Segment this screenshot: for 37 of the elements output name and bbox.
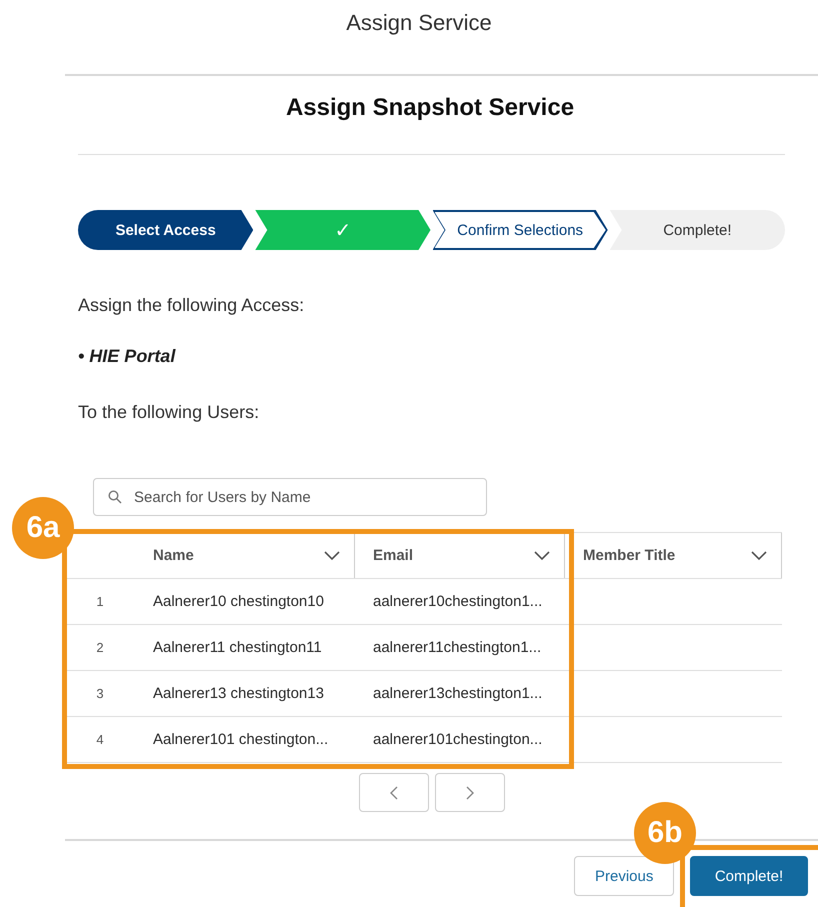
column-header[interactable]: Name (135, 533, 355, 578)
previous-button[interactable]: Previous (574, 856, 674, 896)
dialog-heading: Assign Snapshot Service (284, 94, 576, 123)
search-icon (108, 490, 122, 504)
complete-button[interactable]: Complete! (690, 856, 808, 896)
table-cell: Aalnerer10 chestington10 (153, 593, 324, 610)
table-cell: aalnerer10chestington1... (373, 593, 542, 610)
column-title: Name (153, 547, 194, 564)
instruction-text: To the following Users: (78, 402, 260, 423)
row-number: 4 (96, 732, 104, 747)
window-title: Assign Service (345, 9, 493, 37)
access-item: • HIE Portal (78, 346, 177, 367)
callout-badge: 6b (634, 802, 696, 864)
table-cell: aalnerer13chestington1... (373, 685, 542, 702)
search-field[interactable]: Search for Users by Name (93, 478, 487, 516)
row-number: 2 (96, 640, 104, 655)
table-cell: Aalnerer13 chestington13 (153, 685, 324, 702)
table-cell: Aalnerer11 chestington11 (153, 639, 322, 656)
row-number: 1 (96, 594, 104, 609)
instruction-text: Assign the following Access: (78, 295, 306, 316)
table-cell: Aalnerer101 chestington... (153, 731, 328, 748)
column-title: Member Title (583, 547, 676, 564)
column-header[interactable]: Member Title (565, 533, 782, 578)
row-number: 3 (96, 686, 104, 701)
path-step[interactable]: Complete! (610, 210, 785, 250)
table-cell: aalnerer101chestington... (373, 731, 542, 748)
chevron-right-icon (466, 786, 474, 800)
table-cell: aalnerer11chestington1... (373, 639, 542, 656)
chevron-down-icon[interactable] (324, 550, 340, 560)
chevron-down-icon[interactable] (751, 550, 767, 560)
callout-badge: 6a (12, 497, 74, 559)
column-title: Email (373, 547, 414, 564)
path-step[interactable]: Select Access (78, 210, 254, 250)
chevron-left-icon (390, 786, 398, 800)
path-step[interactable]: Confirm Selections (432, 210, 608, 250)
column-header[interactable]: Email (355, 533, 565, 578)
chevron-down-icon[interactable] (534, 550, 550, 560)
